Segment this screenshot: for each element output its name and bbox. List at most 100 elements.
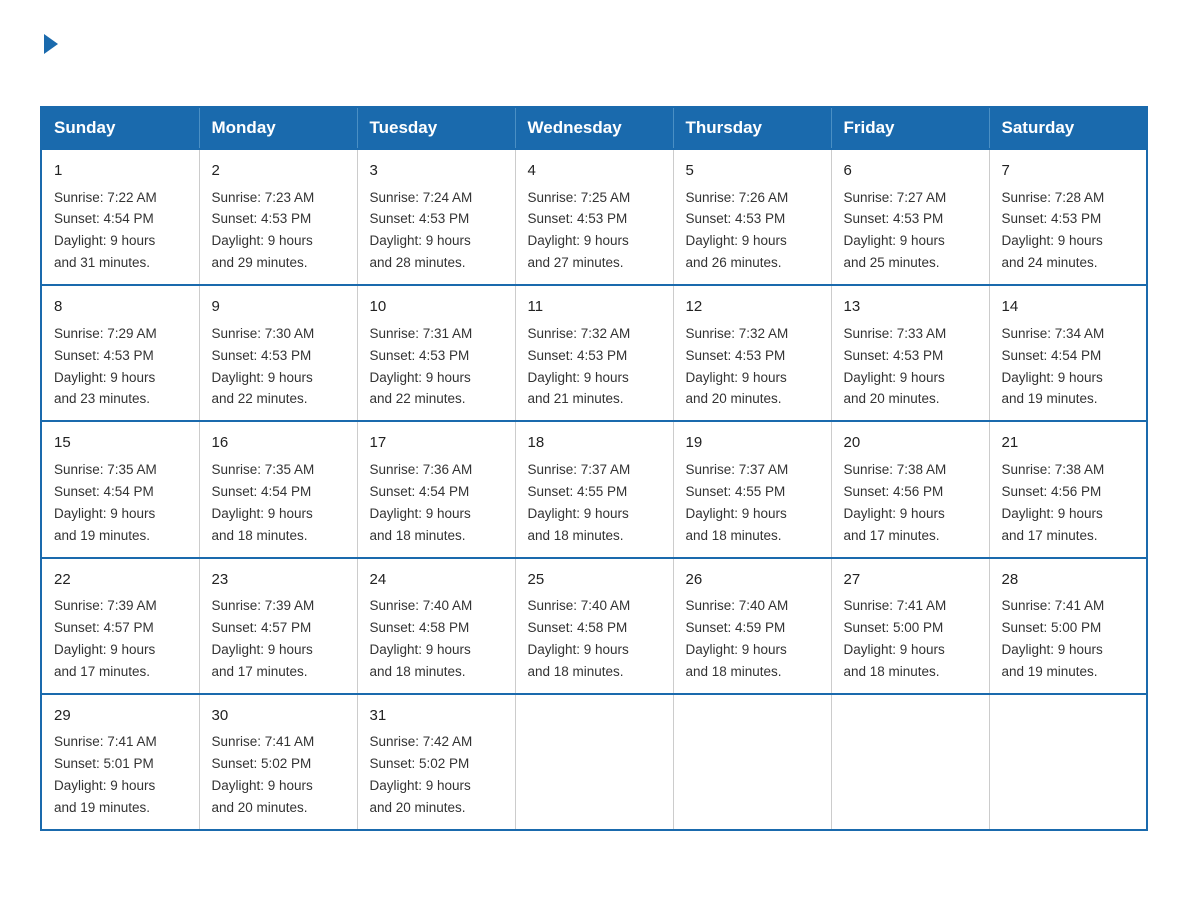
day-info: Sunrise: 7:31 AMSunset: 4:53 PMDaylight:… — [370, 326, 473, 407]
day-info: Sunrise: 7:27 AMSunset: 4:53 PMDaylight:… — [844, 190, 947, 271]
day-info: Sunrise: 7:25 AMSunset: 4:53 PMDaylight:… — [528, 190, 631, 271]
calendar-cell: 10 Sunrise: 7:31 AMSunset: 4:53 PMDaylig… — [357, 285, 515, 421]
calendar-cell: 21 Sunrise: 7:38 AMSunset: 4:56 PMDaylig… — [989, 421, 1147, 557]
day-info: Sunrise: 7:38 AMSunset: 4:56 PMDaylight:… — [1002, 462, 1105, 543]
day-number: 6 — [844, 160, 977, 183]
day-info: Sunrise: 7:39 AMSunset: 4:57 PMDaylight:… — [54, 598, 157, 679]
calendar-week-row: 1 Sunrise: 7:22 AMSunset: 4:54 PMDayligh… — [41, 149, 1147, 285]
day-number: 19 — [686, 432, 819, 455]
calendar-table: SundayMondayTuesdayWednesdayThursdayFrid… — [40, 106, 1148, 831]
calendar-cell: 16 Sunrise: 7:35 AMSunset: 4:54 PMDaylig… — [199, 421, 357, 557]
day-number: 21 — [1002, 432, 1135, 455]
calendar-cell: 19 Sunrise: 7:37 AMSunset: 4:55 PMDaylig… — [673, 421, 831, 557]
day-number: 13 — [844, 296, 977, 319]
calendar-cell: 8 Sunrise: 7:29 AMSunset: 4:53 PMDayligh… — [41, 285, 199, 421]
column-header-wednesday: Wednesday — [515, 107, 673, 149]
day-info: Sunrise: 7:39 AMSunset: 4:57 PMDaylight:… — [212, 598, 315, 679]
calendar-cell: 26 Sunrise: 7:40 AMSunset: 4:59 PMDaylig… — [673, 558, 831, 694]
day-info: Sunrise: 7:30 AMSunset: 4:53 PMDaylight:… — [212, 326, 315, 407]
day-number: 28 — [1002, 569, 1135, 592]
day-number: 12 — [686, 296, 819, 319]
calendar-cell: 27 Sunrise: 7:41 AMSunset: 5:00 PMDaylig… — [831, 558, 989, 694]
day-info: Sunrise: 7:42 AMSunset: 5:02 PMDaylight:… — [370, 734, 473, 815]
calendar-week-row: 15 Sunrise: 7:35 AMSunset: 4:54 PMDaylig… — [41, 421, 1147, 557]
calendar-cell: 30 Sunrise: 7:41 AMSunset: 5:02 PMDaylig… — [199, 694, 357, 830]
day-number: 24 — [370, 569, 503, 592]
day-number: 26 — [686, 569, 819, 592]
logo-triangle-icon — [44, 34, 58, 54]
day-number: 30 — [212, 705, 345, 728]
calendar-cell — [831, 694, 989, 830]
day-number: 25 — [528, 569, 661, 592]
day-info: Sunrise: 7:23 AMSunset: 4:53 PMDaylight:… — [212, 190, 315, 271]
calendar-cell — [989, 694, 1147, 830]
day-number: 4 — [528, 160, 661, 183]
calendar-cell: 17 Sunrise: 7:36 AMSunset: 4:54 PMDaylig… — [357, 421, 515, 557]
day-info: Sunrise: 7:40 AMSunset: 4:59 PMDaylight:… — [686, 598, 789, 679]
day-number: 29 — [54, 705, 187, 728]
calendar-cell: 29 Sunrise: 7:41 AMSunset: 5:01 PMDaylig… — [41, 694, 199, 830]
day-number: 16 — [212, 432, 345, 455]
day-info: Sunrise: 7:26 AMSunset: 4:53 PMDaylight:… — [686, 190, 789, 271]
day-number: 27 — [844, 569, 977, 592]
day-number: 17 — [370, 432, 503, 455]
calendar-cell: 25 Sunrise: 7:40 AMSunset: 4:58 PMDaylig… — [515, 558, 673, 694]
calendar-cell: 11 Sunrise: 7:32 AMSunset: 4:53 PMDaylig… — [515, 285, 673, 421]
day-info: Sunrise: 7:34 AMSunset: 4:54 PMDaylight:… — [1002, 326, 1105, 407]
calendar-cell: 28 Sunrise: 7:41 AMSunset: 5:00 PMDaylig… — [989, 558, 1147, 694]
calendar-cell: 24 Sunrise: 7:40 AMSunset: 4:58 PMDaylig… — [357, 558, 515, 694]
calendar-cell: 22 Sunrise: 7:39 AMSunset: 4:57 PMDaylig… — [41, 558, 199, 694]
day-info: Sunrise: 7:32 AMSunset: 4:53 PMDaylight:… — [528, 326, 631, 407]
logo — [40, 30, 58, 86]
calendar-cell: 5 Sunrise: 7:26 AMSunset: 4:53 PMDayligh… — [673, 149, 831, 285]
column-header-sunday: Sunday — [41, 107, 199, 149]
calendar-week-row: 8 Sunrise: 7:29 AMSunset: 4:53 PMDayligh… — [41, 285, 1147, 421]
day-number: 3 — [370, 160, 503, 183]
day-info: Sunrise: 7:24 AMSunset: 4:53 PMDaylight:… — [370, 190, 473, 271]
calendar-week-row: 29 Sunrise: 7:41 AMSunset: 5:01 PMDaylig… — [41, 694, 1147, 830]
day-info: Sunrise: 7:37 AMSunset: 4:55 PMDaylight:… — [686, 462, 789, 543]
day-number: 20 — [844, 432, 977, 455]
day-info: Sunrise: 7:41 AMSunset: 5:01 PMDaylight:… — [54, 734, 157, 815]
column-header-tuesday: Tuesday — [357, 107, 515, 149]
calendar-cell — [515, 694, 673, 830]
calendar-header-row: SundayMondayTuesdayWednesdayThursdayFrid… — [41, 107, 1147, 149]
calendar-cell: 7 Sunrise: 7:28 AMSunset: 4:53 PMDayligh… — [989, 149, 1147, 285]
day-info: Sunrise: 7:28 AMSunset: 4:53 PMDaylight:… — [1002, 190, 1105, 271]
day-info: Sunrise: 7:41 AMSunset: 5:02 PMDaylight:… — [212, 734, 315, 815]
day-info: Sunrise: 7:36 AMSunset: 4:54 PMDaylight:… — [370, 462, 473, 543]
column-header-thursday: Thursday — [673, 107, 831, 149]
day-number: 31 — [370, 705, 503, 728]
day-number: 1 — [54, 160, 187, 183]
calendar-cell — [673, 694, 831, 830]
calendar-cell: 6 Sunrise: 7:27 AMSunset: 4:53 PMDayligh… — [831, 149, 989, 285]
day-number: 15 — [54, 432, 187, 455]
day-number: 11 — [528, 296, 661, 319]
day-number: 2 — [212, 160, 345, 183]
column-header-friday: Friday — [831, 107, 989, 149]
day-number: 8 — [54, 296, 187, 319]
day-info: Sunrise: 7:29 AMSunset: 4:53 PMDaylight:… — [54, 326, 157, 407]
calendar-cell: 4 Sunrise: 7:25 AMSunset: 4:53 PMDayligh… — [515, 149, 673, 285]
day-info: Sunrise: 7:22 AMSunset: 4:54 PMDaylight:… — [54, 190, 157, 271]
calendar-cell: 15 Sunrise: 7:35 AMSunset: 4:54 PMDaylig… — [41, 421, 199, 557]
column-header-monday: Monday — [199, 107, 357, 149]
day-number: 7 — [1002, 160, 1135, 183]
calendar-cell: 1 Sunrise: 7:22 AMSunset: 4:54 PMDayligh… — [41, 149, 199, 285]
day-number: 14 — [1002, 296, 1135, 319]
day-info: Sunrise: 7:40 AMSunset: 4:58 PMDaylight:… — [370, 598, 473, 679]
day-number: 5 — [686, 160, 819, 183]
day-info: Sunrise: 7:32 AMSunset: 4:53 PMDaylight:… — [686, 326, 789, 407]
column-header-saturday: Saturday — [989, 107, 1147, 149]
calendar-cell: 20 Sunrise: 7:38 AMSunset: 4:56 PMDaylig… — [831, 421, 989, 557]
day-number: 10 — [370, 296, 503, 319]
day-info: Sunrise: 7:40 AMSunset: 4:58 PMDaylight:… — [528, 598, 631, 679]
day-info: Sunrise: 7:35 AMSunset: 4:54 PMDaylight:… — [54, 462, 157, 543]
calendar-cell: 12 Sunrise: 7:32 AMSunset: 4:53 PMDaylig… — [673, 285, 831, 421]
day-number: 18 — [528, 432, 661, 455]
day-info: Sunrise: 7:33 AMSunset: 4:53 PMDaylight:… — [844, 326, 947, 407]
calendar-cell: 2 Sunrise: 7:23 AMSunset: 4:53 PMDayligh… — [199, 149, 357, 285]
calendar-cell: 13 Sunrise: 7:33 AMSunset: 4:53 PMDaylig… — [831, 285, 989, 421]
page-header — [40, 30, 1148, 86]
day-info: Sunrise: 7:37 AMSunset: 4:55 PMDaylight:… — [528, 462, 631, 543]
